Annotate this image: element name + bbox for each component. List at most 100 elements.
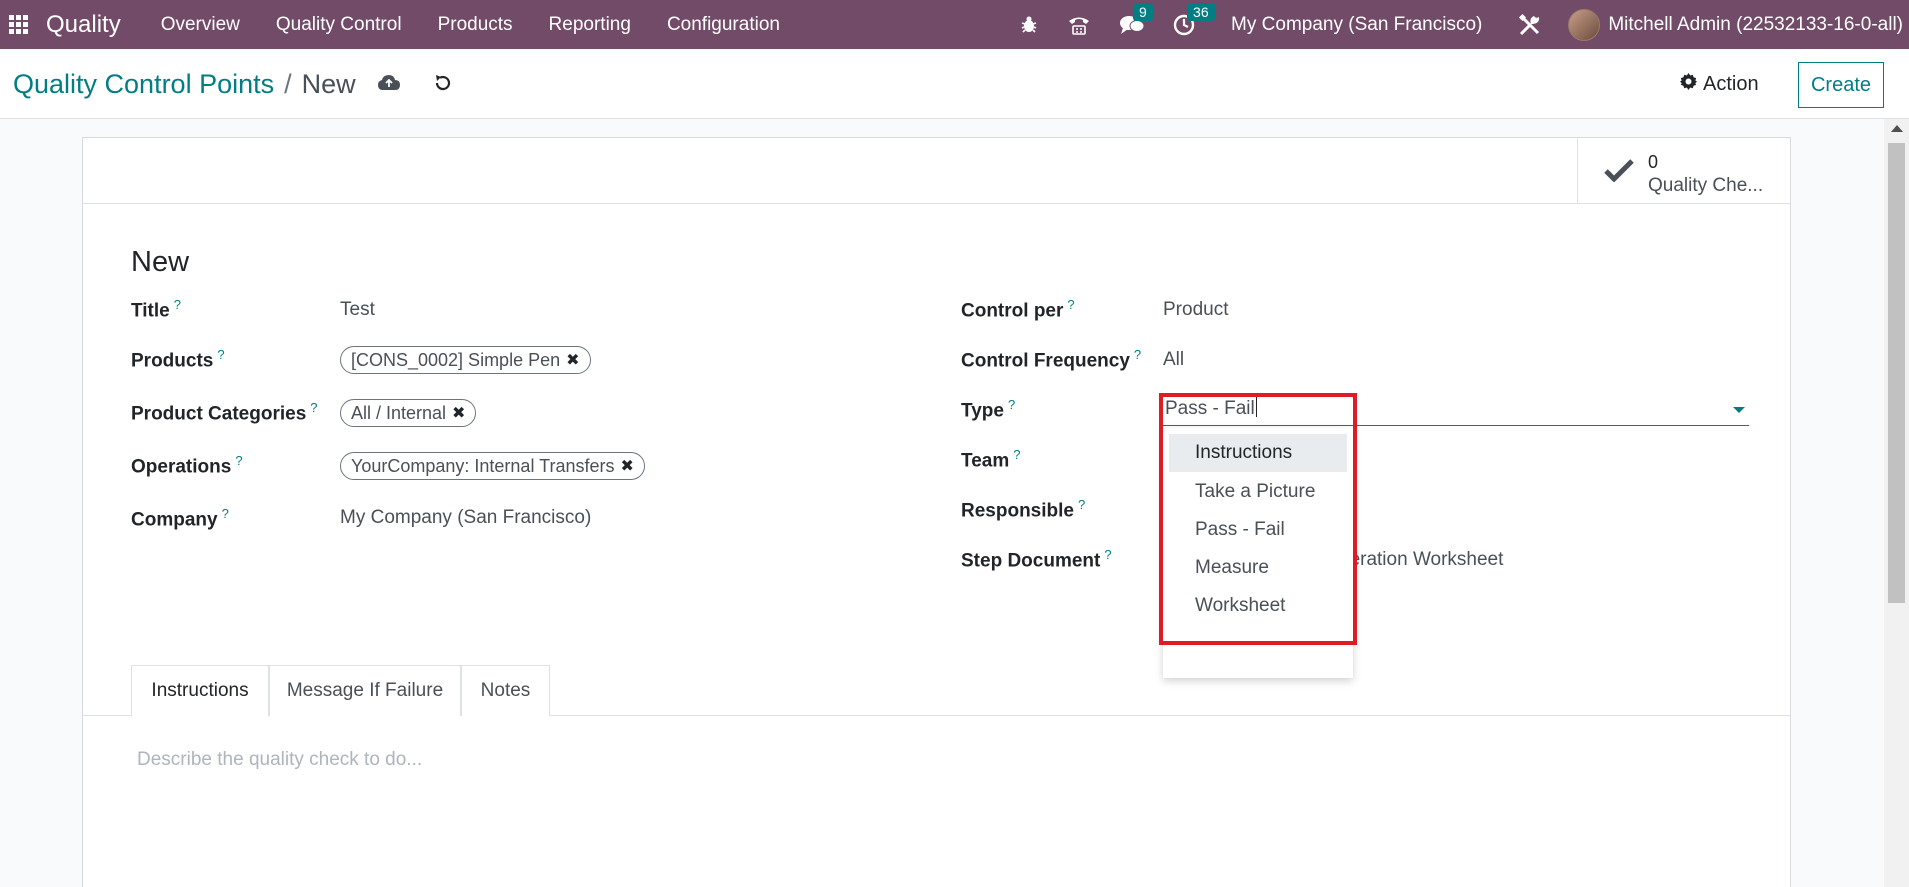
team-label: Team? (961, 447, 1020, 472)
product-categories-tag-label: All / Internal (351, 402, 447, 423)
user-menu[interactable]: Mitchell Admin (22532133-16-0-all) (1608, 14, 1903, 36)
type-input-value: Pass - Fail (1165, 398, 1255, 419)
messages-icon[interactable]: 9 (1119, 2, 1153, 36)
type-option-take-a-picture[interactable]: Take a Picture (1169, 473, 1347, 511)
quality-checks-count: 0 (1648, 152, 1659, 172)
control-frequency-label: Control Frequency? (961, 347, 1141, 372)
products-tag: [CONS_0002] Simple Pen ✖ (340, 346, 591, 374)
product-categories-tag: All / Internal ✖ (340, 399, 477, 427)
help-icon[interactable]: ? (1013, 447, 1020, 462)
operations-tag: YourCompany: Internal Transfers ✖ (340, 452, 645, 480)
breadcrumb-quality-control-points[interactable]: Quality Control Points (13, 69, 274, 100)
responsible-label-text: Responsible (961, 500, 1074, 522)
chevron-down-icon[interactable] (1733, 407, 1745, 413)
menu-configuration[interactable]: Configuration (649, 14, 798, 36)
breadcrumb-separator: / (284, 69, 292, 99)
record-title: New (131, 246, 190, 278)
user-avatar[interactable] (1568, 8, 1601, 41)
team-label-text: Team (961, 450, 1010, 472)
help-icon[interactable]: ? (1008, 397, 1015, 412)
step-document-label: Step Document? (961, 547, 1112, 572)
tab-notes[interactable]: Notes (461, 665, 550, 716)
navbar-systray: 9 36 My Company (San Francisco) Mitchell… (1005, 0, 1909, 49)
menu-overview[interactable]: Overview (143, 14, 258, 36)
type-input-text: Pass - Fail (1165, 397, 1257, 420)
help-icon[interactable]: ? (235, 453, 242, 468)
type-option-pass-fail[interactable]: Pass - Fail (1169, 511, 1347, 549)
top-navbar: Quality Overview Quality Control Product… (0, 0, 1909, 49)
menu-reporting[interactable]: Reporting (531, 14, 649, 36)
quality-checks-stat-button[interactable]: 0 Quality Che... (1577, 138, 1790, 204)
type-option-measure[interactable]: Measure (1169, 549, 1347, 587)
messages-count-badge: 9 (1133, 2, 1153, 21)
title-label: Title? (131, 297, 181, 322)
button-box: 0 Quality Che... (83, 138, 1790, 204)
step-document-label-text: Step Document (961, 550, 1101, 572)
company-label: Company? (131, 506, 229, 531)
help-icon[interactable]: ? (1078, 497, 1085, 512)
quality-checks-label: Quality Che... (1648, 175, 1764, 196)
company-field[interactable]: My Company (San Francisco) (340, 507, 591, 529)
check-icon (1604, 158, 1634, 187)
breadcrumb-current: New (301, 69, 356, 99)
type-label: Type? (961, 397, 1015, 422)
title-field[interactable]: Test (340, 299, 375, 321)
text-caret (1255, 397, 1257, 417)
menu-quality-control[interactable]: Quality Control (258, 14, 420, 36)
menu-products[interactable]: Products (420, 14, 531, 36)
scroll-thumb[interactable] (1888, 143, 1905, 603)
help-icon[interactable]: ? (1134, 347, 1141, 362)
gear-icon (1680, 73, 1697, 96)
help-icon[interactable]: ? (310, 400, 317, 415)
type-option-worksheet[interactable]: Worksheet (1169, 587, 1347, 625)
form-sheet: 0 Quality Che... New Title? Test Product… (82, 137, 1791, 887)
create-button[interactable]: Create (1798, 62, 1884, 108)
scroll-up-arrow-icon[interactable] (1891, 125, 1903, 132)
vertical-scrollbar[interactable] (1884, 119, 1909, 887)
action-label: Action (1703, 73, 1759, 95)
tab-instructions[interactable]: Instructions (131, 665, 269, 717)
tools-icon[interactable] (1518, 13, 1542, 37)
help-icon[interactable]: ? (174, 297, 181, 312)
products-tag-label: [CONS_0002] Simple Pen (351, 349, 561, 370)
type-label-text: Type (961, 400, 1004, 422)
phone-icon[interactable] (1067, 14, 1091, 36)
type-option-instructions[interactable]: Instructions (1169, 434, 1347, 472)
step-document-field[interactable]: peration Worksheet (1339, 549, 1503, 571)
remove-tag-icon[interactable]: ✖ (452, 403, 465, 423)
control-per-field[interactable]: Product (1163, 299, 1228, 321)
products-label: Products? (131, 347, 225, 372)
remove-tag-icon[interactable]: ✖ (620, 456, 633, 476)
product-categories-label-text: Product Categories (131, 403, 307, 425)
bug-icon[interactable] (1019, 15, 1039, 35)
control-frequency-field[interactable]: All (1163, 349, 1184, 371)
help-icon[interactable]: ? (217, 347, 224, 362)
notebook-tabs: Instructions Message If Failure Notes (83, 665, 1790, 717)
help-icon[interactable]: ? (1067, 297, 1074, 312)
remove-tag-icon[interactable]: ✖ (566, 350, 579, 370)
instructions-editor[interactable]: Describe the quality check to do... (137, 749, 422, 771)
activities-count-badge: 36 (1187, 2, 1215, 21)
save-cloud-icon[interactable] (377, 73, 401, 98)
company-label-text: Company (131, 509, 218, 531)
type-dropdown-menu: Instructions Take a Picture Pass - Fail … (1163, 428, 1353, 678)
apps-menu-icon[interactable] (7, 14, 29, 36)
responsible-label: Responsible? (961, 497, 1085, 522)
app-name[interactable]: Quality (46, 11, 121, 39)
control-panel: Quality Control Points / New Action Crea… (0, 49, 1909, 119)
control-per-label-text: Control per (961, 300, 1064, 322)
help-icon[interactable]: ? (222, 506, 229, 521)
type-select-input[interactable]: Pass - Fail (1163, 394, 1749, 426)
operations-label: Operations? (131, 453, 243, 478)
discard-undo-icon[interactable] (433, 73, 453, 98)
action-menu-button[interactable]: Action (1680, 73, 1759, 96)
help-icon[interactable]: ? (1104, 547, 1111, 562)
tab-message-if-failure[interactable]: Message If Failure (269, 665, 461, 716)
breadcrumb: Quality Control Points / New (13, 69, 356, 100)
product-categories-label: Product Categories? (131, 400, 318, 425)
operations-tag-label: YourCompany: Internal Transfers (351, 455, 615, 476)
company-switcher[interactable]: My Company (San Francisco) (1231, 14, 1482, 36)
control-per-label: Control per? (961, 297, 1075, 322)
activities-clock-icon[interactable]: 36 (1173, 2, 1215, 36)
title-label-text: Title (131, 300, 170, 322)
